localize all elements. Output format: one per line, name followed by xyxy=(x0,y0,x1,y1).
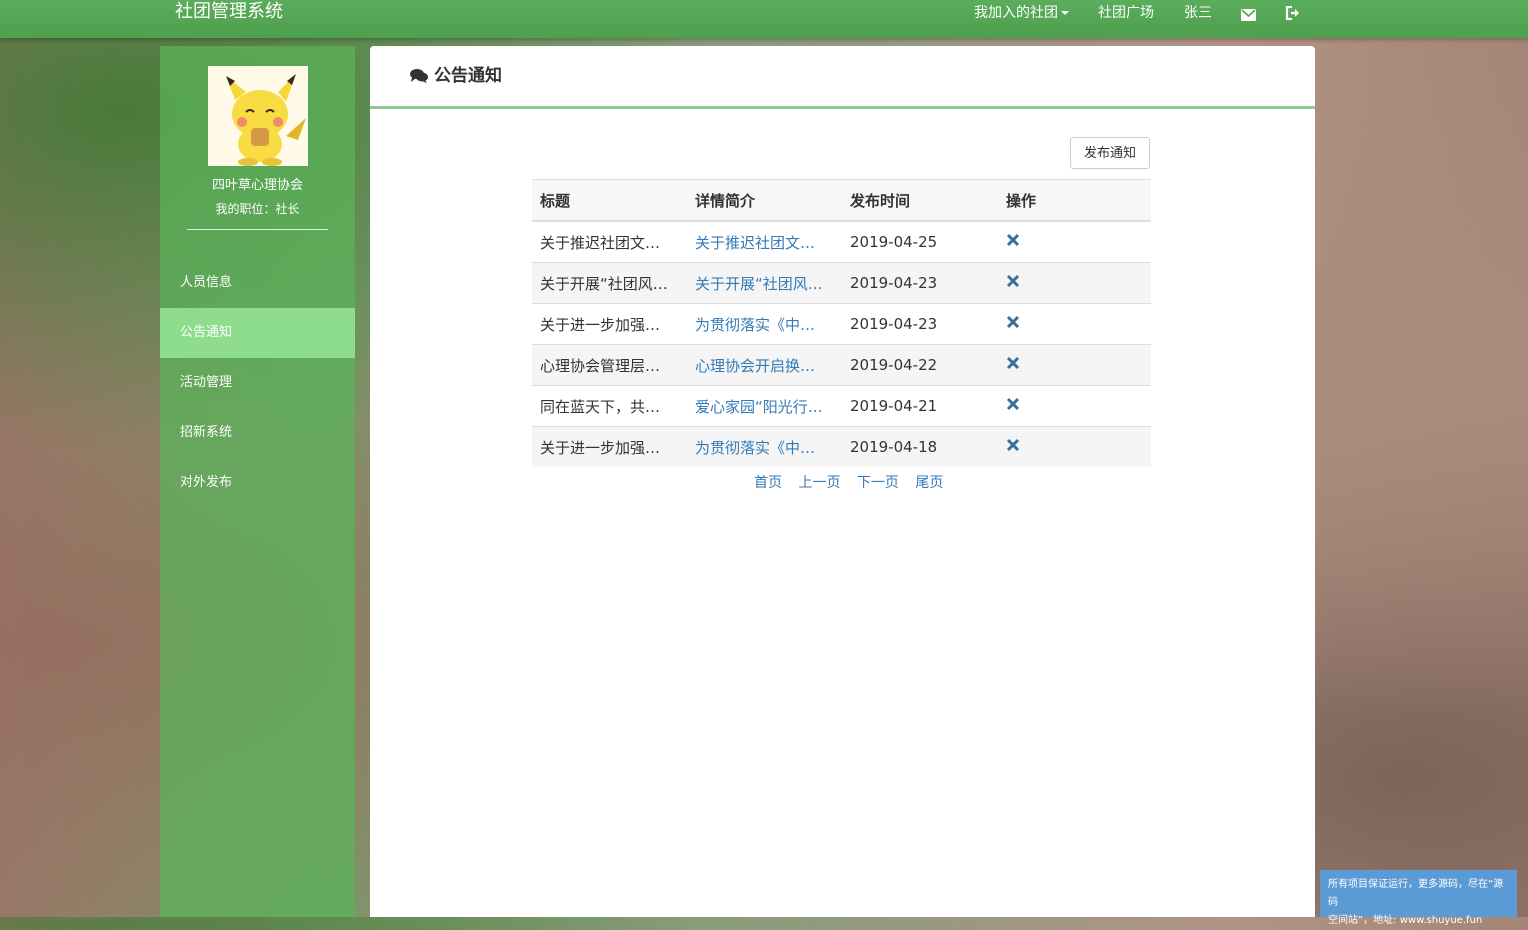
notice-title: 关于推迟社团文… xyxy=(540,233,661,252)
main-panel: 公告通知 发布通知 标题 详情简介 发布时间 操作 关于推迟社团文… 关于推迟社… xyxy=(370,46,1315,917)
notice-summary-link[interactable]: 爱心家园“阳光行… xyxy=(695,396,823,417)
nav-user-name[interactable]: 张三 xyxy=(1184,2,1212,24)
table-row: 同在蓝天下，共… 爱心家园“阳光行… 2019-04-21 xyxy=(532,385,1151,427)
delete-icon[interactable] xyxy=(1006,315,1020,329)
table-header-row: 标题 详情简介 发布时间 操作 xyxy=(532,179,1151,222)
col-title: 标题 xyxy=(532,179,687,222)
delete-icon[interactable] xyxy=(1006,438,1020,452)
notice-title: 关于进一步加强… xyxy=(540,438,661,457)
sidebar-divider xyxy=(187,229,328,230)
notice-date: 2019-04-23 xyxy=(842,303,998,345)
panel-header: 公告通知 xyxy=(370,46,1315,109)
notice-date: 2019-04-21 xyxy=(842,385,998,427)
nav-my-clubs-label: 我加入的社团 xyxy=(974,5,1058,21)
publish-notice-button[interactable]: 发布通知 xyxy=(1070,137,1150,169)
notices-table: 标题 详情简介 发布时间 操作 关于推迟社团文… 关于推迟社团文… 2019-0… xyxy=(532,179,1151,467)
notice-title: 关于进一步加强… xyxy=(540,315,661,334)
notice-summary-link[interactable]: 关于推迟社团文… xyxy=(695,232,815,253)
watermark-line-1: 所有项目保证运行，更多源码，尽在“源码 xyxy=(1328,879,1504,908)
page-title-text: 公告通知 xyxy=(434,66,502,86)
pager-next[interactable]: 下一页 xyxy=(857,475,899,491)
table-row: 关于进一步加强… 为贯彻落实《中… 2019-04-18 xyxy=(532,426,1151,467)
notice-summary-link[interactable]: 关于开展“社团风… xyxy=(695,273,823,294)
delete-icon[interactable] xyxy=(1006,397,1020,411)
logout-icon[interactable] xyxy=(1285,5,1301,27)
nav-club-plaza[interactable]: 社团广场 xyxy=(1098,2,1154,24)
pager-last[interactable]: 尾页 xyxy=(915,475,943,491)
notice-summary-link[interactable]: 心理协会开启换… xyxy=(695,355,815,376)
notice-date: 2019-04-22 xyxy=(842,344,998,386)
comments-icon xyxy=(410,69,428,83)
delete-icon[interactable] xyxy=(1006,233,1020,247)
notice-date: 2019-04-23 xyxy=(842,262,998,304)
notice-summary-link[interactable]: 为贯彻落实《中… xyxy=(695,314,815,335)
notice-date: 2019-04-18 xyxy=(842,426,998,467)
nav-my-clubs-dropdown[interactable]: 我加入的社团 xyxy=(974,2,1069,24)
app-brand[interactable]: 社团管理系统 xyxy=(175,0,283,24)
pager-prev[interactable]: 上一页 xyxy=(798,475,840,491)
sidebar-item-notices[interactable]: 公告通知 xyxy=(160,308,355,358)
top-navbar: 社团管理系统 我加入的社团 社团广场 张三 xyxy=(0,0,1528,38)
envelope-icon[interactable] xyxy=(1241,6,1256,28)
sidebar-item-activities[interactable]: 活动管理 xyxy=(160,358,355,408)
page-title: 公告通知 xyxy=(410,64,502,88)
delete-icon[interactable] xyxy=(1006,356,1020,370)
watermark-banner: 所有项目保证运行，更多源码，尽在“源码 空间站”，地址: www.shuyue.… xyxy=(1320,870,1517,926)
pager-first[interactable]: 首页 xyxy=(754,475,782,491)
sidebar: 四叶草心理协会 我的职位：社长 人员信息 公告通知 活动管理 招新系统 对外发布 xyxy=(160,46,355,917)
caret-down-icon xyxy=(1061,11,1069,15)
club-name: 四叶草心理协会 xyxy=(211,178,303,193)
table-row: 关于推迟社团文… 关于推迟社团文… 2019-04-25 xyxy=(532,220,1151,263)
sidebar-item-members[interactable]: 人员信息 xyxy=(160,258,355,308)
pagination: 首页 上一页 下一页 尾页 xyxy=(754,472,955,492)
delete-icon[interactable] xyxy=(1006,274,1020,288)
sidebar-item-publish[interactable]: 对外发布 xyxy=(160,458,355,508)
notice-summary-link[interactable]: 为贯彻落实《中… xyxy=(695,437,815,458)
table-row: 关于开展“社团风… 关于开展“社团风… 2019-04-23 xyxy=(532,262,1151,304)
table-row: 心理协会管理层… 心理协会开启换… 2019-04-22 xyxy=(532,344,1151,386)
sidebar-menu: 人员信息 公告通知 活动管理 招新系统 对外发布 xyxy=(160,258,355,508)
col-actions: 操作 xyxy=(998,179,1151,222)
notice-date: 2019-04-25 xyxy=(842,220,998,263)
notice-title: 同在蓝天下，共… xyxy=(540,397,661,416)
notice-title: 关于开展“社团风… xyxy=(540,274,668,293)
col-date: 发布时间 xyxy=(842,179,998,222)
table-row: 关于进一步加强… 为贯彻落实《中… 2019-04-23 xyxy=(532,303,1151,345)
col-summary: 详情简介 xyxy=(687,179,842,222)
sidebar-item-recruitment[interactable]: 招新系统 xyxy=(160,408,355,458)
notice-title: 心理协会管理层… xyxy=(540,356,661,375)
club-avatar xyxy=(208,66,308,166)
watermark-line-2: 空间站”，地址: www.shuyue.fun xyxy=(1328,915,1483,926)
my-role: 我的职位：社长 xyxy=(215,202,300,216)
